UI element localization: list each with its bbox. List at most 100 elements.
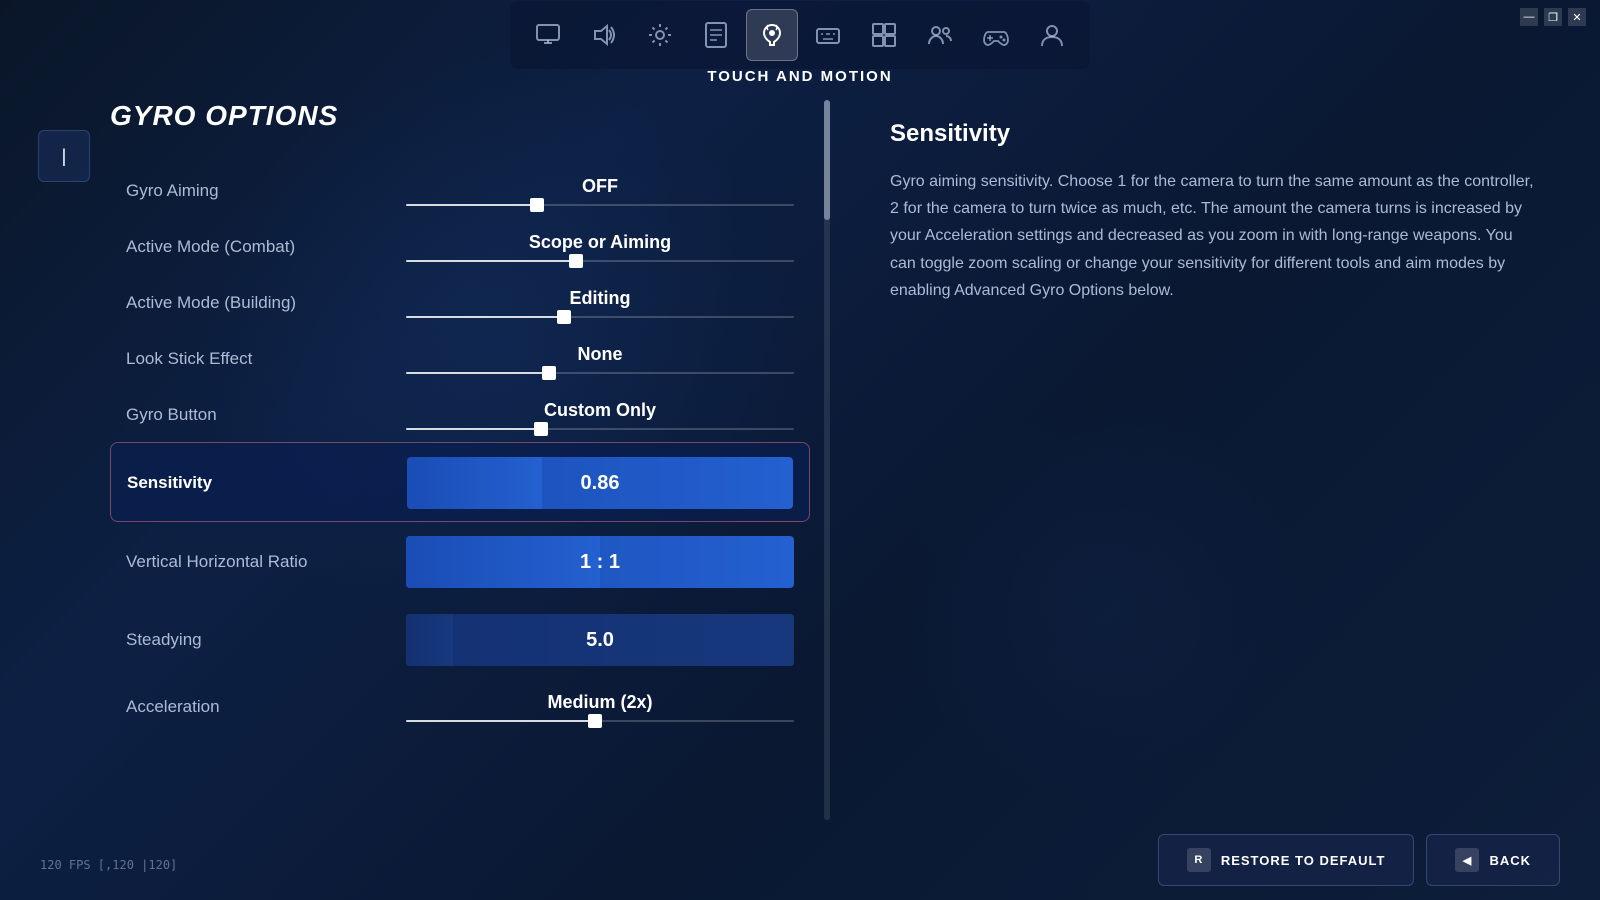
restore-button[interactable]: ❐	[1544, 8, 1562, 26]
vh-ratio-bar-fill	[406, 536, 600, 588]
setting-control-acceleration: Medium (2x)	[406, 692, 794, 722]
info-panel-description: Gyro aiming sensitivity. Choose 1 for th…	[890, 168, 1540, 304]
slider-bg	[406, 316, 794, 318]
close-button[interactable]: ✕	[1568, 8, 1586, 26]
restore-label: RESTORE TO DEFAULT	[1221, 853, 1386, 868]
back-icon: ◀	[1455, 848, 1479, 872]
setting-row-gyro-aiming[interactable]: Gyro Aiming OFF	[110, 162, 810, 218]
slider-fill	[406, 720, 600, 722]
nav-input[interactable]	[690, 9, 742, 61]
settings-panel: GYRO OPTIONS Gyro Aiming OFF Ac	[110, 100, 830, 820]
slider-bg	[406, 428, 794, 430]
setting-row-look-stick-effect[interactable]: Look Stick Effect None	[110, 330, 810, 386]
setting-control-steadying: 5.0	[406, 614, 794, 666]
nav-account[interactable]	[1026, 9, 1078, 61]
slider-thumb[interactable]	[588, 714, 602, 728]
steadying-bar[interactable]: 5.0	[406, 614, 794, 666]
setting-row-acceleration[interactable]: Acceleration Medium (2x)	[110, 678, 810, 734]
slider-bg	[406, 260, 794, 262]
page-title: TOUCH AND MOTION	[707, 68, 892, 85]
settings-title: GYRO OPTIONS	[110, 100, 830, 132]
nav-settings[interactable]	[634, 9, 686, 61]
setting-label-sensitivity: Sensitivity	[127, 473, 407, 493]
setting-control-vh-ratio: 1 : 1	[406, 536, 794, 588]
setting-row-sensitivity[interactable]: Sensitivity 0.86	[110, 442, 810, 522]
setting-control-sensitivity: 0.86	[407, 457, 793, 509]
setting-control-active-mode-building: Editing	[406, 288, 794, 318]
setting-label-active-mode-building: Active Mode (Building)	[126, 293, 406, 313]
info-panel: Sensitivity Gyro aiming sensitivity. Cho…	[830, 100, 1600, 820]
setting-control-active-mode-combat: Scope or Aiming	[406, 232, 794, 262]
nav-parties[interactable]	[914, 9, 966, 61]
slider-bg	[406, 372, 794, 374]
top-navigation	[0, 0, 1600, 70]
nav-audio[interactable]	[578, 9, 630, 61]
setting-label-gyro-aiming: Gyro Aiming	[126, 181, 406, 201]
slider-thumb[interactable]	[557, 310, 571, 324]
setting-control-gyro-button: Custom Only	[406, 400, 794, 430]
setting-label-look-stick-effect: Look Stick Effect	[126, 349, 406, 369]
scroll-thumb[interactable]	[824, 100, 830, 220]
setting-value-look-stick-effect: None	[578, 344, 623, 365]
setting-label-gyro-button: Gyro Button	[126, 405, 406, 425]
slider-gyro-button[interactable]	[406, 427, 794, 430]
setting-value-active-mode-combat: Scope or Aiming	[529, 232, 671, 253]
setting-label-steadying: Steadying	[126, 630, 406, 650]
setting-label-vh-ratio: Vertical Horizontal Ratio	[126, 552, 406, 572]
window-controls: — ❐ ✕	[1520, 8, 1586, 26]
slider-thumb[interactable]	[530, 198, 544, 212]
sensitivity-value: 0.86	[581, 472, 620, 495]
slider-thumb[interactable]	[569, 254, 583, 268]
vh-ratio-value: 1 : 1	[580, 551, 620, 574]
fps-counter: 120 FPS [,120 |120]	[40, 858, 177, 872]
setting-value-gyro-aiming: OFF	[582, 176, 618, 197]
slider-fill	[406, 428, 546, 430]
scroll-track	[824, 100, 830, 820]
setting-value-gyro-button: Custom Only	[544, 400, 656, 421]
slider-gyro-aiming[interactable]	[406, 203, 794, 206]
setting-row-active-mode-building[interactable]: Active Mode (Building) Editing	[110, 274, 810, 330]
back-label: BACK	[1489, 853, 1531, 868]
setting-row-active-mode-combat[interactable]: Active Mode (Combat) Scope or Aiming	[110, 218, 810, 274]
slider-acceleration[interactable]	[406, 719, 794, 722]
bottom-bar: R RESTORE TO DEFAULT ◀ BACK	[0, 820, 1600, 900]
nav-controller[interactable]	[970, 9, 1022, 61]
setting-label-active-mode-combat: Active Mode (Combat)	[126, 237, 406, 257]
slider-fill	[406, 316, 569, 318]
slider-fill	[406, 260, 581, 262]
restore-icon: R	[1187, 848, 1211, 872]
setting-label-acceleration: Acceleration	[126, 697, 406, 717]
slider-fill	[406, 372, 553, 374]
back-button[interactable]: ◀ BACK	[1426, 834, 1560, 886]
slider-look-stick-effect[interactable]	[406, 371, 794, 374]
slider-fill	[406, 204, 542, 206]
sensitivity-bar-fill	[407, 457, 542, 509]
slider-thumb[interactable]	[534, 422, 548, 436]
setting-value-active-mode-building: Editing	[570, 288, 631, 309]
slider-active-mode-combat[interactable]	[406, 259, 794, 262]
slider-bg	[406, 204, 794, 206]
nav-icon-bar	[510, 1, 1090, 69]
vh-ratio-bar[interactable]: 1 : 1	[406, 536, 794, 588]
setting-control-gyro-aiming: OFF	[406, 176, 794, 206]
setting-row-steadying[interactable]: Steadying 5.0	[110, 600, 810, 678]
sensitivity-bar[interactable]: 0.86	[407, 457, 793, 509]
setting-control-look-stick-effect: None	[406, 344, 794, 374]
nav-touch-motion[interactable]	[746, 9, 798, 61]
settings-list: Gyro Aiming OFF Active Mode (Combat) Sco…	[110, 162, 830, 734]
restore-default-button[interactable]: R RESTORE TO DEFAULT	[1158, 834, 1415, 886]
nav-layout[interactable]	[858, 9, 910, 61]
info-panel-title: Sensitivity	[890, 120, 1540, 148]
steadying-value: 5.0	[586, 629, 614, 652]
setting-row-vh-ratio[interactable]: Vertical Horizontal Ratio 1 : 1	[110, 522, 810, 600]
minimize-button[interactable]: —	[1520, 8, 1538, 26]
nav-display[interactable]	[522, 9, 574, 61]
main-content: GYRO OPTIONS Gyro Aiming OFF Ac	[110, 100, 1600, 820]
sidebar-toggle-button[interactable]: |	[38, 130, 90, 182]
nav-keyboard[interactable]	[802, 9, 854, 61]
setting-row-gyro-button[interactable]: Gyro Button Custom Only	[110, 386, 810, 442]
slider-thumb[interactable]	[542, 366, 556, 380]
slider-bg	[406, 720, 794, 722]
slider-active-mode-building[interactable]	[406, 315, 794, 318]
setting-value-acceleration: Medium (2x)	[547, 692, 652, 713]
